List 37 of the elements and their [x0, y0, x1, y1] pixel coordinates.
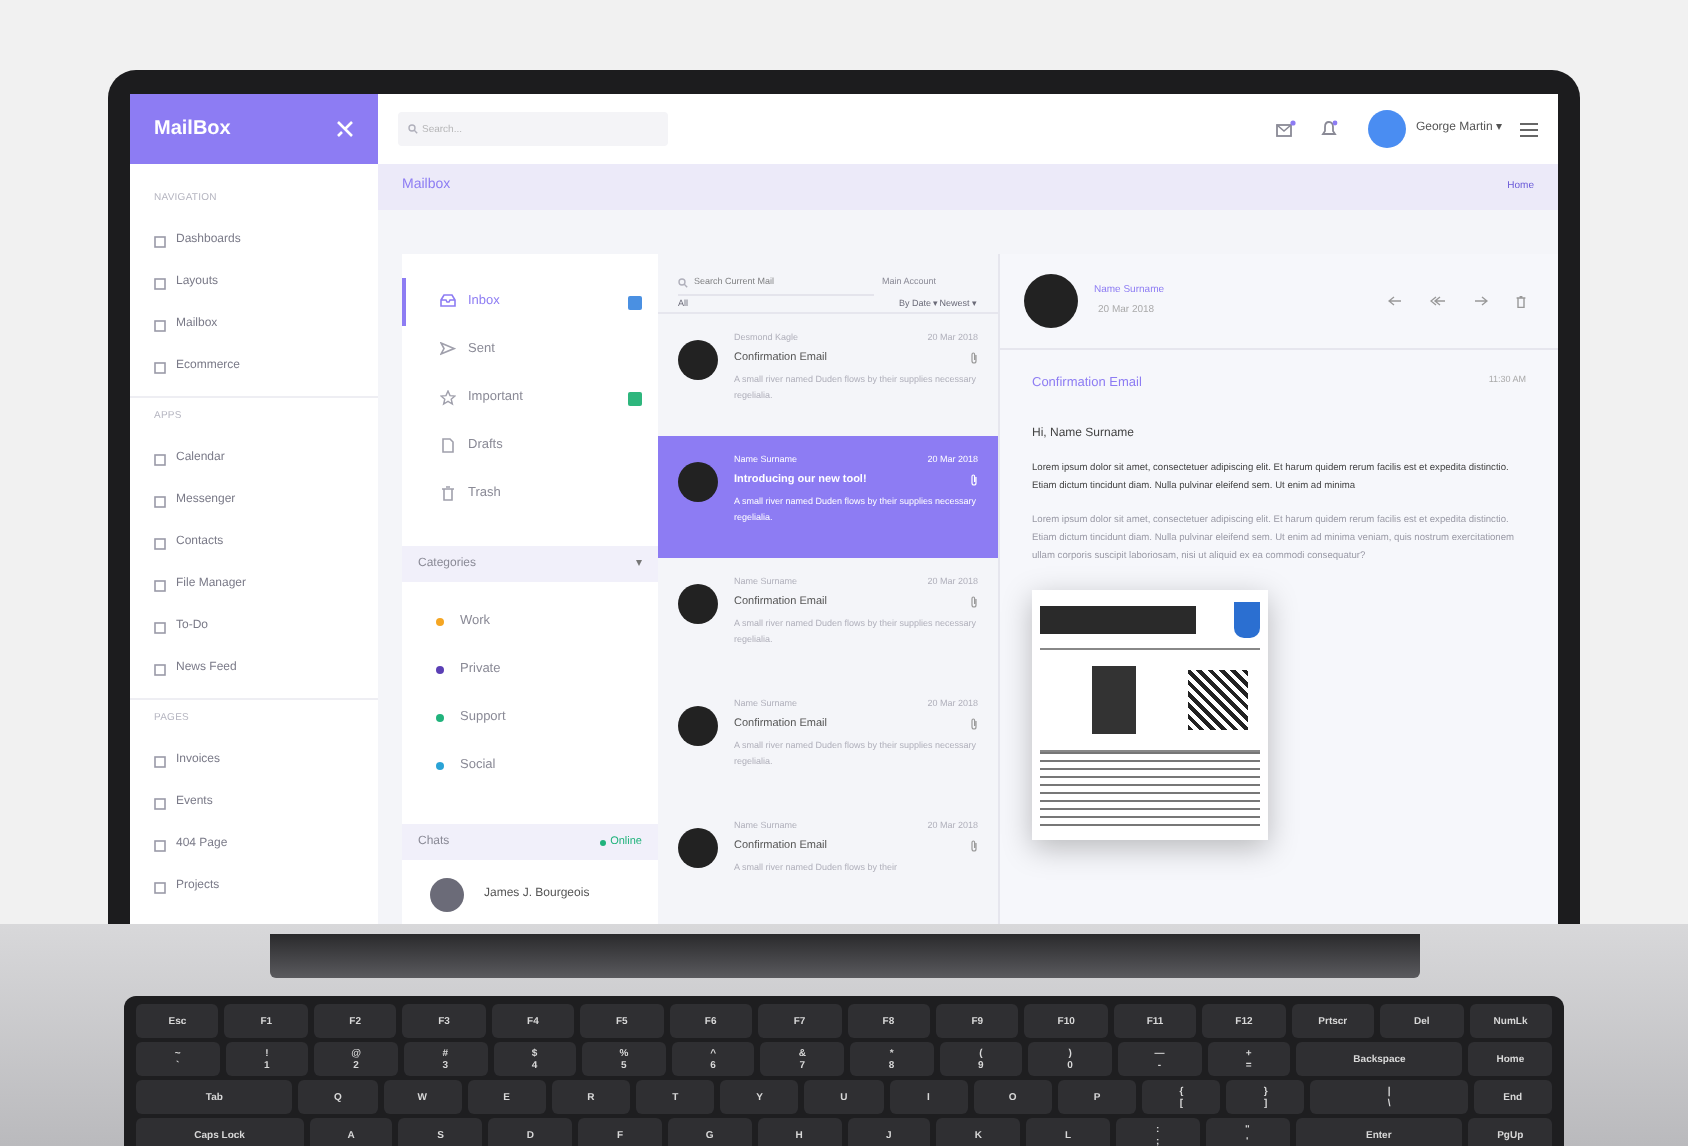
square-icon: [154, 235, 166, 247]
trash-icon: [1516, 295, 1526, 307]
reply-all-icon: [1430, 296, 1446, 306]
reply-icon: [1388, 296, 1402, 306]
square-icon: [154, 881, 166, 893]
avatar: [678, 340, 718, 380]
paperclip-icon: [970, 717, 978, 730]
avatar: [1367, 110, 1406, 148]
square-icon: [154, 277, 166, 289]
avatar: [678, 584, 718, 624]
square-icon: [154, 495, 166, 507]
square-icon: [154, 797, 166, 809]
square-icon: [154, 755, 166, 767]
brand-logo: MailBox: [154, 116, 231, 144]
square-icon: [154, 579, 166, 591]
square-icon: [154, 839, 166, 851]
square-icon: [154, 537, 166, 549]
avatar: [678, 462, 718, 502]
avatar: [678, 706, 718, 746]
bell-icon: [1319, 120, 1338, 138]
envelope-icon: [1275, 120, 1296, 138]
square-icon: [154, 663, 166, 675]
forward-icon: [1474, 296, 1488, 306]
menu-icon: [1520, 121, 1538, 137]
search-icon: [408, 124, 418, 134]
avatar: [1024, 274, 1078, 328]
paperclip-icon: [970, 351, 978, 364]
avatar: [430, 877, 464, 911]
search-icon: [678, 278, 688, 288]
square-icon: [154, 319, 166, 331]
square-icon: [154, 453, 166, 465]
paperclip-icon: [970, 595, 978, 608]
square-icon: [154, 361, 166, 373]
square-icon: [154, 621, 166, 633]
avatar: [678, 828, 718, 868]
paperclip-icon: [970, 473, 978, 486]
paperclip-icon: [970, 839, 978, 852]
